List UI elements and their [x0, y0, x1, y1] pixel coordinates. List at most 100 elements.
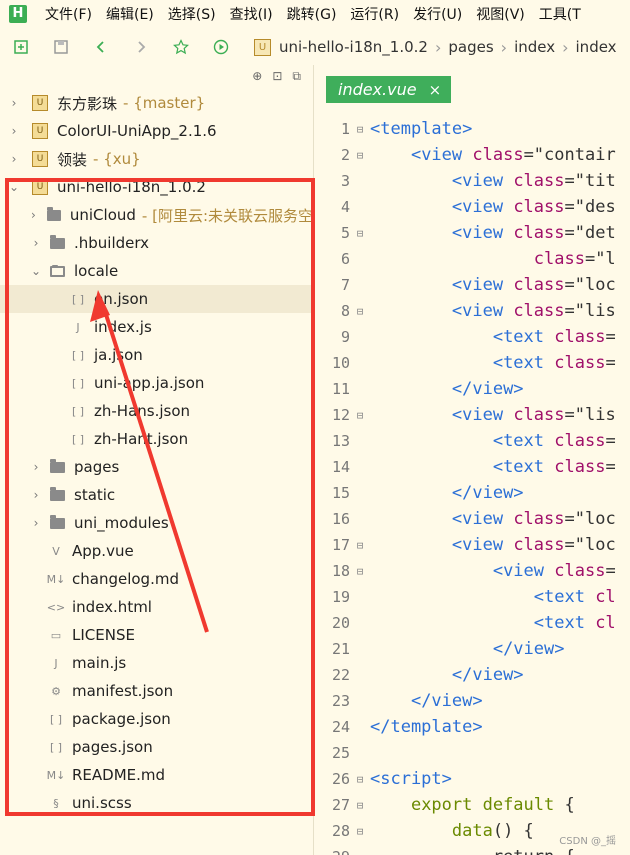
code-line[interactable]: 9 <text class =: [314, 324, 630, 350]
save-icon[interactable]: [53, 39, 69, 55]
breadcrumb-item[interactable]: index: [576, 38, 617, 56]
tree-item[interactable]: [ ] package.json: [0, 705, 313, 733]
breadcrumb-item[interactable]: uni-hello-i18n_1.0.2: [279, 38, 428, 56]
tree-item[interactable]: [ ] zh-Hans.json: [0, 397, 313, 425]
code-line[interactable]: 2 ⊟ <view class ="contair: [314, 142, 630, 168]
chevron-right-icon[interactable]: ›: [30, 460, 42, 474]
tree-item[interactable]: ▭ LICENSE: [0, 621, 313, 649]
collapse-all-icon[interactable]: ⊡: [272, 69, 282, 84]
chevron-right-icon[interactable]: ›: [30, 488, 42, 502]
code-line[interactable]: 21 </view>: [314, 636, 630, 662]
fold-toggle-icon[interactable]: ⊟: [350, 305, 370, 318]
fold-toggle-icon[interactable]: ⊟: [350, 825, 370, 838]
chevron-right-icon[interactable]: ›: [8, 124, 20, 138]
run-icon[interactable]: [213, 39, 229, 55]
tree-item[interactable]: › .hbuilderx: [0, 229, 313, 257]
menu-item[interactable]: 文件(F): [45, 4, 92, 24]
breadcrumb-item[interactable]: pages: [448, 38, 493, 56]
code-line[interactable]: 3 <view class ="tit: [314, 168, 630, 194]
code-line[interactable]: 4 <view class ="des: [314, 194, 630, 220]
tree-item[interactable]: › U 东方影珠 - {master}: [0, 89, 313, 117]
chevron-right-icon[interactable]: ›: [30, 516, 42, 530]
code-line[interactable]: 14 <text class =: [314, 454, 630, 480]
close-icon[interactable]: ×: [429, 81, 442, 99]
code-line[interactable]: 20 <text cl: [314, 610, 630, 636]
tree-item[interactable]: [ ] zh-Hant.json: [0, 425, 313, 453]
fold-toggle-icon[interactable]: ⊟: [350, 227, 370, 240]
tree-item[interactable]: ⌄ Uuni-hello-i18n_1.0.2: [0, 173, 313, 201]
menu-item[interactable]: 查找(I): [230, 4, 273, 24]
menu-item[interactable]: 运行(R): [350, 4, 399, 24]
code-line[interactable]: 26 ⊟ <script>: [314, 766, 630, 792]
tree-item[interactable]: V App.vue: [0, 537, 313, 565]
fold-toggle-icon[interactable]: ⊟: [350, 773, 370, 786]
tree-item[interactable]: › uniCloud - [阿里云:未关联云服务空: [0, 201, 313, 229]
tree-item[interactable]: › pages: [0, 453, 313, 481]
tree-item[interactable]: [ ] uni-app.ja.json: [0, 369, 313, 397]
code-line[interactable]: 7 <view class ="loc: [314, 272, 630, 298]
code-line[interactable]: 18 ⊟ <view class =: [314, 558, 630, 584]
back-icon[interactable]: [93, 39, 109, 55]
tree-item[interactable]: › U ColorUI-UniApp_2.1.6: [0, 117, 313, 145]
fold-toggle-icon[interactable]: ⊟: [350, 149, 370, 162]
tree-item[interactable]: ⌄ locale: [0, 257, 313, 285]
tree-item-label: zh-Hans.json: [94, 402, 191, 420]
code-line[interactable]: 16 <view class ="loc: [314, 506, 630, 532]
menu-item[interactable]: 编辑(E): [106, 4, 154, 24]
code-line[interactable]: 22 </view>: [314, 662, 630, 688]
code-line[interactable]: 17 ⊟ <view class ="loc: [314, 532, 630, 558]
chevron-down-icon[interactable]: ⌄: [8, 180, 20, 194]
tree-item[interactable]: ⚙ manifest.json: [0, 677, 313, 705]
fold-toggle-icon[interactable]: ⊟: [350, 409, 370, 422]
fold-toggle-icon[interactable]: ⊟: [350, 123, 370, 136]
tree-item[interactable]: § uni.scss: [0, 789, 313, 817]
tree-item[interactable]: Jmain.js: [0, 649, 313, 677]
code-line[interactable]: 1 ⊟ <template>: [314, 116, 630, 142]
code-line[interactable]: 23 </view>: [314, 688, 630, 714]
chevron-right-icon[interactable]: ›: [30, 236, 42, 250]
code-line[interactable]: 8 ⊟ <view class ="lis: [314, 298, 630, 324]
code-line[interactable]: 12 ⊟ <view class ="lis: [314, 402, 630, 428]
code-token: class: [513, 509, 565, 529]
code-line[interactable]: 10 <text class =: [314, 350, 630, 376]
code-line[interactable]: 11 </view>: [314, 376, 630, 402]
code-line[interactable]: 24 </template>: [314, 714, 630, 740]
chevron-right-icon[interactable]: ›: [8, 96, 20, 110]
tree-item[interactable]: <> index.html: [0, 593, 313, 621]
chevron-right-icon[interactable]: ›: [8, 152, 20, 166]
tab-index-vue[interactable]: index.vue ×: [326, 76, 452, 103]
fold-toggle-icon[interactable]: ⊟: [350, 565, 370, 578]
new-window-icon[interactable]: ⧉: [292, 69, 301, 84]
tree-item[interactable]: [ ] en.json: [0, 285, 313, 313]
line-number: 5: [340, 224, 350, 242]
tree-item[interactable]: › U 领装 - {xu}: [0, 145, 313, 173]
menu-item[interactable]: 跳转(G): [287, 4, 337, 24]
tree-item[interactable]: [ ] ja.json: [0, 341, 313, 369]
code-line[interactable]: 19 <text cl: [314, 584, 630, 610]
chevron-right-icon[interactable]: ›: [28, 208, 39, 222]
tree-item[interactable]: Jindex.js: [0, 313, 313, 341]
code-line[interactable]: 13 <text class =: [314, 428, 630, 454]
locate-icon[interactable]: ⊕: [252, 69, 262, 84]
fold-toggle-icon[interactable]: ⊟: [350, 539, 370, 552]
tree-item[interactable]: M↓ README.md: [0, 761, 313, 789]
star-icon[interactable]: [173, 39, 189, 55]
code-line[interactable]: 5 ⊟ <view class ="det: [314, 220, 630, 246]
code-line[interactable]: 27 ⊟ export default {: [314, 792, 630, 818]
code-line[interactable]: 25: [314, 740, 630, 766]
tree-item[interactable]: › uni_modules: [0, 509, 313, 537]
menu-item[interactable]: 选择(S): [168, 4, 216, 24]
menu-item[interactable]: 发行(U): [413, 4, 462, 24]
breadcrumb-item[interactable]: index: [514, 38, 555, 56]
chevron-down-icon[interactable]: ⌄: [30, 264, 42, 278]
tree-item[interactable]: › static: [0, 481, 313, 509]
project-manager-icon[interactable]: [13, 39, 29, 55]
forward-icon[interactable]: [133, 39, 149, 55]
tree-item[interactable]: [ ] pages.json: [0, 733, 313, 761]
menu-item[interactable]: 工具(T: [539, 4, 581, 24]
tree-item[interactable]: M↓ changelog.md: [0, 565, 313, 593]
code-line[interactable]: 6 class ="l: [314, 246, 630, 272]
fold-toggle-icon[interactable]: ⊟: [350, 799, 370, 812]
code-line[interactable]: 15 </view>: [314, 480, 630, 506]
menu-item[interactable]: 视图(V): [476, 4, 525, 24]
